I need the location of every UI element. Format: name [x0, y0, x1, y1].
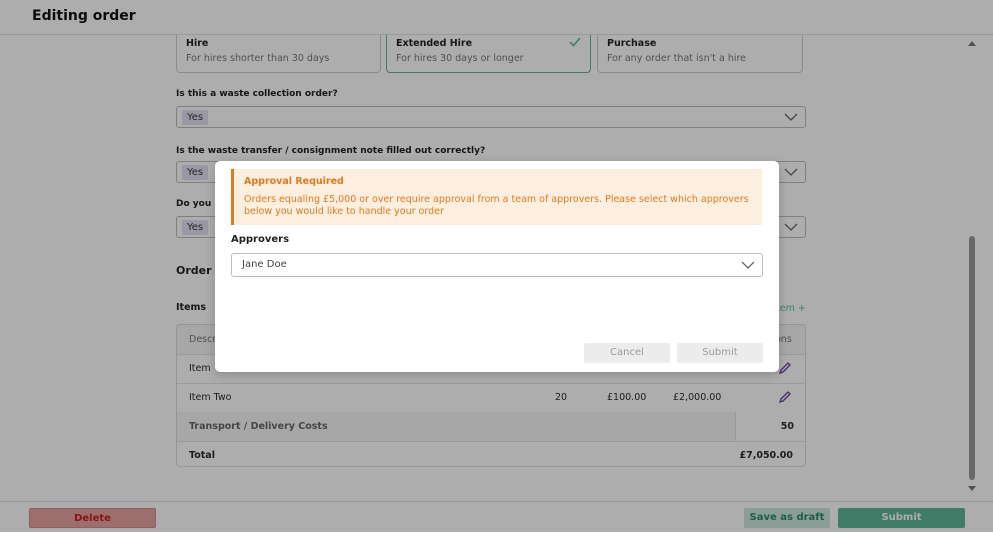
- approval-modal: Approval Required Orders equaling £5,000…: [215, 161, 779, 372]
- approvers-label: Approvers: [231, 234, 290, 245]
- approvers-select[interactable]: Jane Doe: [231, 253, 763, 277]
- chevron-down-icon: [741, 261, 755, 269]
- approval-alert: Approval Required Orders equaling £5,000…: [231, 169, 762, 225]
- alert-title: Approval Required: [244, 176, 344, 187]
- alert-message: Orders equaling £5,000 or over require a…: [244, 194, 749, 217]
- approvers-value: Jane Doe: [242, 259, 287, 270]
- modal-submit-button[interactable]: Submit: [677, 343, 763, 363]
- cancel-button[interactable]: Cancel: [584, 343, 670, 363]
